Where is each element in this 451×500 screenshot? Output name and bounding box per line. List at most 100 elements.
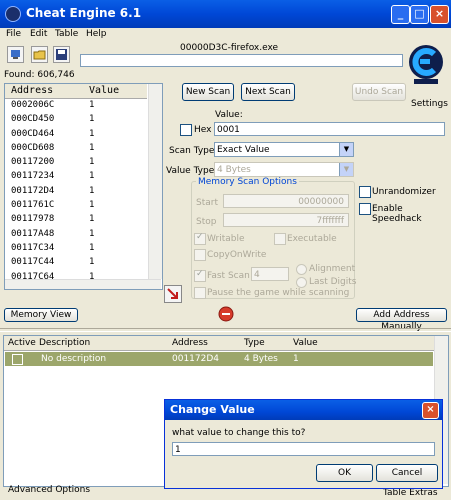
scan-type-label: Scan Type (169, 146, 215, 156)
column-address[interactable]: Address (11, 85, 53, 96)
list-item[interactable]: 001172D4 1 (5, 185, 147, 199)
address-cell: 00117234 (11, 171, 55, 182)
unrandomizer-checkbox[interactable] (359, 186, 371, 198)
list-item[interactable]: 00117C44 1 (5, 256, 147, 270)
row-description: No description (41, 354, 107, 364)
address-rows: 0002006C 1 000CD450 1 000CD464 1 000CD608 1 0011… (5, 99, 147, 285)
list-item[interactable]: 000CD464 1 (5, 128, 147, 142)
table-row[interactable]: No description 001172D4 4 Bytes 1 (5, 352, 433, 366)
value-cell: 1 (89, 200, 95, 211)
value-type-value: 4 Bytes (217, 165, 251, 175)
value-type-label: Value Type (166, 166, 215, 176)
address-cell: 00117C44 (11, 257, 55, 268)
active-checkbox[interactable] (12, 354, 23, 365)
value-cell: 1 (89, 214, 95, 225)
column-type[interactable]: Type (244, 338, 265, 348)
writable-label: Writable (207, 234, 245, 244)
ok-button[interactable]: OK (316, 464, 373, 482)
menu-file[interactable]: File (6, 29, 21, 39)
cheat-engine-icon (5, 6, 21, 22)
process-name: 00000D3C-firefox.exe (180, 43, 279, 53)
settings-label[interactable]: Settings (411, 99, 448, 109)
fast-scan-checkbox[interactable] (194, 269, 206, 282)
cheat-engine-logo-icon[interactable] (406, 42, 446, 86)
menu-help[interactable]: Help (86, 29, 107, 39)
row-type: 4 Bytes (244, 354, 278, 364)
executable-checkbox[interactable] (274, 233, 286, 245)
address-list-header: Address Value (5, 84, 147, 99)
table-extras-button[interactable]: Table Extras (383, 488, 438, 498)
open-process-icon[interactable] (7, 46, 24, 63)
cheat-table-header: Active Description Address Type Value (4, 336, 434, 351)
fast-scan-input[interactable]: 4 (251, 267, 289, 281)
scan-type-select[interactable]: Exact Value ▼ (214, 142, 354, 157)
list-item[interactable]: 000CD608 1 (5, 142, 147, 156)
stop-address-input[interactable]: 7fffffff (223, 213, 349, 227)
address-cell: 0002006C (11, 100, 55, 110)
list-item[interactable]: 0011761C 1 (5, 199, 147, 213)
column-value[interactable]: Value (89, 85, 119, 96)
dialog-close-button[interactable]: × (422, 402, 439, 419)
save-icon[interactable] (53, 46, 70, 63)
splitter[interactable] (0, 328, 451, 332)
address-cell: 00117978 (11, 214, 55, 225)
list-item[interactable]: 00117978 1 (5, 213, 147, 227)
found-address-list[interactable]: Address Value 0002006C 1 000CD450 1 000CD464… (4, 83, 163, 290)
address-list-hscrollbar[interactable] (5, 279, 161, 289)
add-to-list-arrow-icon[interactable] (164, 285, 182, 303)
next-scan-button[interactable]: Next Scan (241, 83, 295, 101)
column-description[interactable]: Description (39, 338, 90, 348)
row-address: 001172D4 (172, 354, 220, 364)
value-cell: 1 (89, 185, 95, 196)
menu-table[interactable]: Table (55, 29, 78, 39)
value-type-select[interactable]: 4 Bytes ▼ (214, 162, 354, 177)
value-input[interactable]: 0001 (214, 122, 445, 136)
open-file-icon[interactable] (31, 46, 48, 63)
speedhack-checkbox[interactable] (359, 203, 371, 215)
cancel-button[interactable]: Cancel (376, 464, 438, 482)
chevron-down-icon: ▼ (339, 143, 353, 156)
column-active[interactable]: Active (8, 338, 36, 348)
list-item[interactable]: 00117200 1 (5, 156, 147, 170)
unrandomizer-label: Unrandomizer (372, 187, 436, 197)
value-cell: 1 (89, 157, 95, 168)
column-value[interactable]: Value (293, 338, 318, 348)
alignment-radio[interactable] (296, 264, 307, 275)
pause-checkbox[interactable] (194, 287, 206, 299)
maximize-button[interactable]: □ (410, 5, 429, 24)
list-item[interactable]: 000CD450 1 (5, 113, 147, 127)
chevron-down-icon: ▼ (339, 163, 353, 176)
advanced-options-button[interactable]: Advanced Options (8, 485, 90, 495)
writable-checkbox[interactable] (194, 232, 206, 245)
address-cell: 0011761C (11, 200, 55, 211)
dialog-value-input[interactable]: 1 (172, 442, 435, 456)
add-address-manually-button[interactable]: Add Address Manually (356, 308, 447, 332)
copyonwrite-checkbox[interactable] (194, 249, 206, 261)
scan-type-value: Exact Value (217, 145, 270, 155)
list-item[interactable]: 00117234 1 (5, 170, 147, 184)
change-value-dialog: Change Value × what value to change this… (164, 399, 443, 489)
memory-view-button[interactable]: Memory View (4, 308, 78, 322)
start-address-input[interactable]: 00000000 (223, 194, 349, 208)
dialog-title-bar: Change Value × (165, 400, 442, 420)
list-item[interactable]: 0002006C 1 (5, 99, 147, 113)
address-cell: 000CD608 (11, 142, 55, 153)
list-item[interactable]: 00117C34 1 (5, 242, 147, 256)
menu-edit[interactable]: Edit (30, 29, 47, 39)
new-scan-button[interactable]: New Scan (182, 83, 234, 101)
hex-checkbox[interactable] (180, 124, 192, 136)
minimize-button[interactable]: _ (391, 5, 410, 24)
list-item[interactable]: 00117A48 1 (5, 228, 147, 242)
column-address[interactable]: Address (172, 338, 208, 348)
address-list-scrollbar[interactable] (148, 84, 162, 279)
address-cell: 000CD450 (11, 114, 55, 125)
value-cell: 1 (89, 228, 95, 239)
last-digits-radio[interactable] (296, 277, 307, 288)
value-cell: 1 (89, 242, 95, 253)
stop-icon[interactable] (218, 306, 234, 322)
value-cell: 1 (89, 171, 95, 182)
alignment-label: Alignment (309, 264, 356, 274)
dialog-prompt: what value to change this to? (172, 428, 306, 438)
close-button[interactable]: × (430, 5, 449, 24)
undo-scan-button[interactable]: Undo Scan (352, 83, 406, 101)
